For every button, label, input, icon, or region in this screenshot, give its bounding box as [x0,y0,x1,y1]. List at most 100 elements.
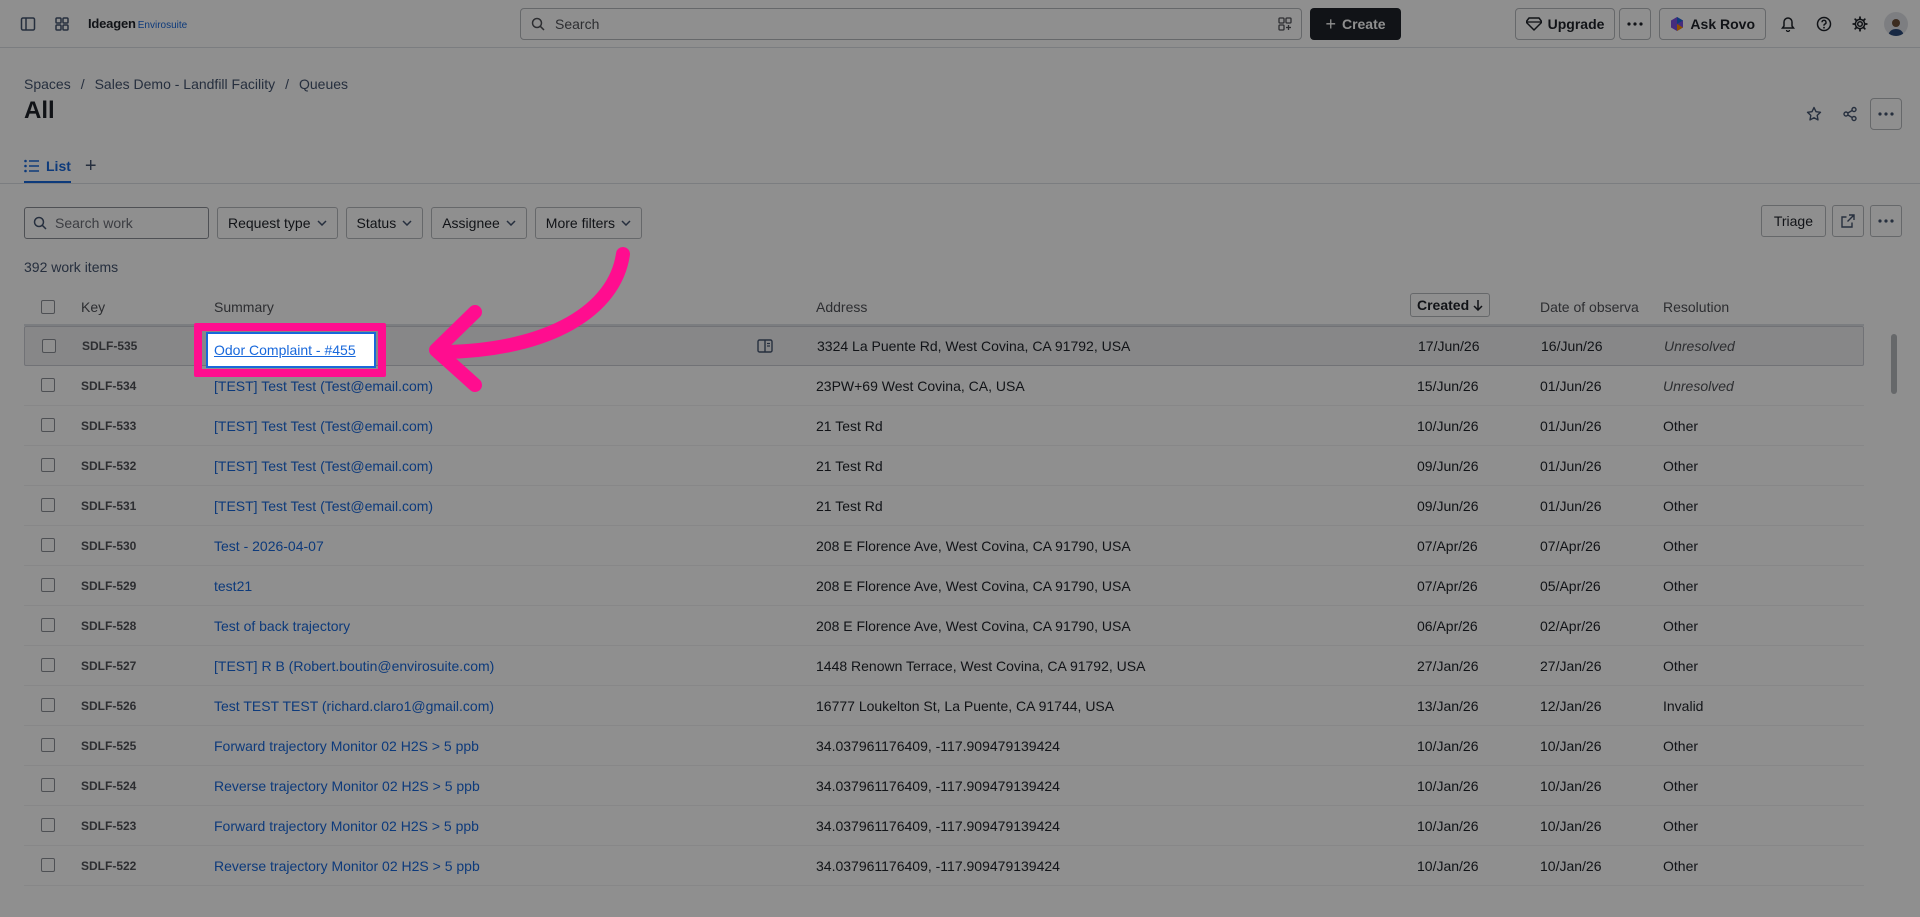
assignee-filter-button[interactable]: Assignee [431,207,527,239]
header-summary[interactable]: Summary [214,299,274,315]
header-resolution[interactable]: Resolution [1663,299,1729,315]
user-avatar[interactable] [1884,12,1908,36]
row-created: 10/Jun/26 [1417,417,1479,434]
row-checkbox[interactable] [41,498,55,512]
notifications-bell-icon[interactable] [1772,8,1804,40]
open-detail-panel-icon[interactable] [757,339,773,353]
row-key[interactable]: SDLF-528 [81,619,136,633]
row-key[interactable]: SDLF-530 [81,539,136,553]
table-row[interactable]: SDLF-524 Reverse trajectory Monitor 02 H2… [24,766,1864,806]
row-summary-link[interactable]: Reverse trajectory Monitor 02 H2S > 5 pp… [214,778,480,794]
row-checkbox[interactable] [41,658,55,672]
breadcrumb-spaces[interactable]: Spaces [24,76,71,92]
table-row[interactable]: SDLF-530 Test - 2026-04-07 208 E Florence … [24,526,1864,566]
table-row[interactable]: SDLF-523 Forward trajectory Monitor 02 H2… [24,806,1864,846]
request-type-filter-button[interactable]: Request type [217,207,338,239]
row-checkbox[interactable] [41,418,55,432]
row-checkbox[interactable] [41,858,55,872]
global-search-input[interactable]: Search [520,8,1302,40]
row-key[interactable]: SDLF-527 [81,659,136,673]
row-key[interactable]: SDLF-534 [81,379,136,393]
search-filter-icon[interactable] [1277,16,1293,32]
tabs-divider [0,183,1920,184]
row-checkbox[interactable] [41,578,55,592]
breadcrumb-project[interactable]: Sales Demo - Landfill Facility [95,76,276,92]
upgrade-button[interactable]: Upgrade [1514,8,1616,40]
row-summary-link[interactable]: [TEST] Test Test (Test@email.com) [214,418,433,434]
row-summary-link[interactable]: Reverse trajectory Monitor 02 H2S > 5 pp… [214,858,480,874]
row-key[interactable]: SDLF-532 [81,459,136,473]
assignee-label: Assignee [442,215,500,231]
row-date-of-observation: 02/Apr/26 [1540,617,1601,634]
row-summary-link[interactable]: [TEST] R B (Robert.boutin@envirosuite.co… [214,658,494,674]
status-filter-button[interactable]: Status [345,207,424,239]
row-key[interactable]: SDLF-533 [81,419,136,433]
header-created-label: Created [1417,297,1470,313]
row-key[interactable]: SDLF-535 [82,339,137,353]
row-checkbox[interactable] [41,378,55,392]
table-row[interactable]: SDLF-525 Forward trajectory Monitor 02 H2… [24,726,1864,766]
add-view-icon[interactable]: + [85,155,97,178]
table-row[interactable]: SDLF-528 Test of back trajectory 208 E Flo… [24,606,1864,646]
product-logo[interactable]: Ideagen Envirosuite [88,16,187,31]
more-table-actions-icon[interactable] [1870,205,1902,237]
share-icon[interactable] [1834,98,1866,130]
more-apps-icon[interactable] [1619,8,1652,40]
help-icon[interactable] [1808,8,1840,40]
more-filters-button[interactable]: More filters [534,207,643,239]
tab-list[interactable]: List [24,158,71,183]
row-checkbox[interactable] [42,339,56,353]
settings-gear-icon[interactable] [1844,8,1876,40]
row-key[interactable]: SDLF-526 [81,699,136,713]
row-key[interactable]: SDLF-522 [81,859,136,873]
table-row[interactable]: SDLF-533 [TEST] Test Test (Test@email.com… [24,406,1864,446]
header-created-sorted[interactable]: Created [1410,293,1491,317]
row-key[interactable]: SDLF-523 [81,819,136,833]
row-key[interactable]: SDLF-531 [81,499,136,513]
row-checkbox[interactable] [41,538,55,552]
open-external-icon[interactable] [1832,205,1864,237]
row-key[interactable]: SDLF-524 [81,779,136,793]
view-tabs: List + [24,155,97,183]
row-date-of-observation: 05/Apr/26 [1540,577,1601,594]
breadcrumb-queues[interactable]: Queues [299,76,348,92]
header-key[interactable]: Key [81,299,105,315]
row-summary-link[interactable]: [TEST] Test Test (Test@email.com) [214,498,433,514]
row-summary-link[interactable]: Test of back trajectory [214,618,350,634]
row-checkbox[interactable] [41,818,55,832]
row-summary-link[interactable]: Test TEST TEST (richard.claro1@gmail.com… [214,698,494,714]
app-switcher-icon[interactable] [46,8,78,40]
more-actions-icon[interactable] [1870,98,1902,130]
triage-button[interactable]: Triage [1760,205,1826,237]
row-checkbox[interactable] [41,458,55,472]
table-row[interactable]: SDLF-529 test21 208 E Florence Ave, West C… [24,566,1864,606]
row-checkbox[interactable] [41,778,55,792]
row-checkbox[interactable] [41,738,55,752]
row-summary-link[interactable]: Forward trajectory Monitor 02 H2S > 5 pp… [214,818,479,834]
sidebar-toggle-icon[interactable] [12,8,44,40]
row-key[interactable]: SDLF-529 [81,579,136,593]
row-summary-link[interactable]: Forward trajectory Monitor 02 H2S > 5 pp… [214,738,479,754]
create-button[interactable]: + Create [1310,8,1401,40]
table-row[interactable]: SDLF-527 [TEST] R B (Robert.boutin@enviro… [24,646,1864,686]
row-checkbox[interactable] [41,698,55,712]
ask-rovo-button[interactable]: Ask Rovo [1659,8,1766,40]
row-summary-link[interactable]: Test - 2026-04-07 [214,538,324,554]
select-all-checkbox[interactable] [41,300,55,314]
table-row[interactable]: SDLF-522 Reverse trajectory Monitor 02 H2… [24,846,1864,886]
header-date-of-observation[interactable]: Date of observa [1540,299,1639,315]
highlighted-summary-link[interactable]: Odor Complaint - #455 [214,342,356,358]
table-row[interactable]: SDLF-531 [TEST] Test Test (Test@email.com… [24,486,1864,526]
row-resolution: Other [1663,497,1699,514]
table-row[interactable]: SDLF-532 [TEST] Test Test (Test@email.com… [24,446,1864,486]
header-address[interactable]: Address [816,299,867,315]
row-summary-link[interactable]: [TEST] Test Test (Test@email.com) [214,458,433,474]
row-key[interactable]: SDLF-525 [81,739,136,753]
table-row[interactable]: SDLF-526 Test TEST TEST (richard.claro1@g… [24,686,1864,726]
row-summary-link[interactable]: test21 [214,578,252,594]
table-scrollbar[interactable] [1891,334,1897,394]
row-date-of-observation: 10/Jan/26 [1540,857,1602,874]
row-checkbox[interactable] [41,618,55,632]
search-work-input[interactable]: Search work [24,207,209,239]
star-icon[interactable] [1798,98,1830,130]
